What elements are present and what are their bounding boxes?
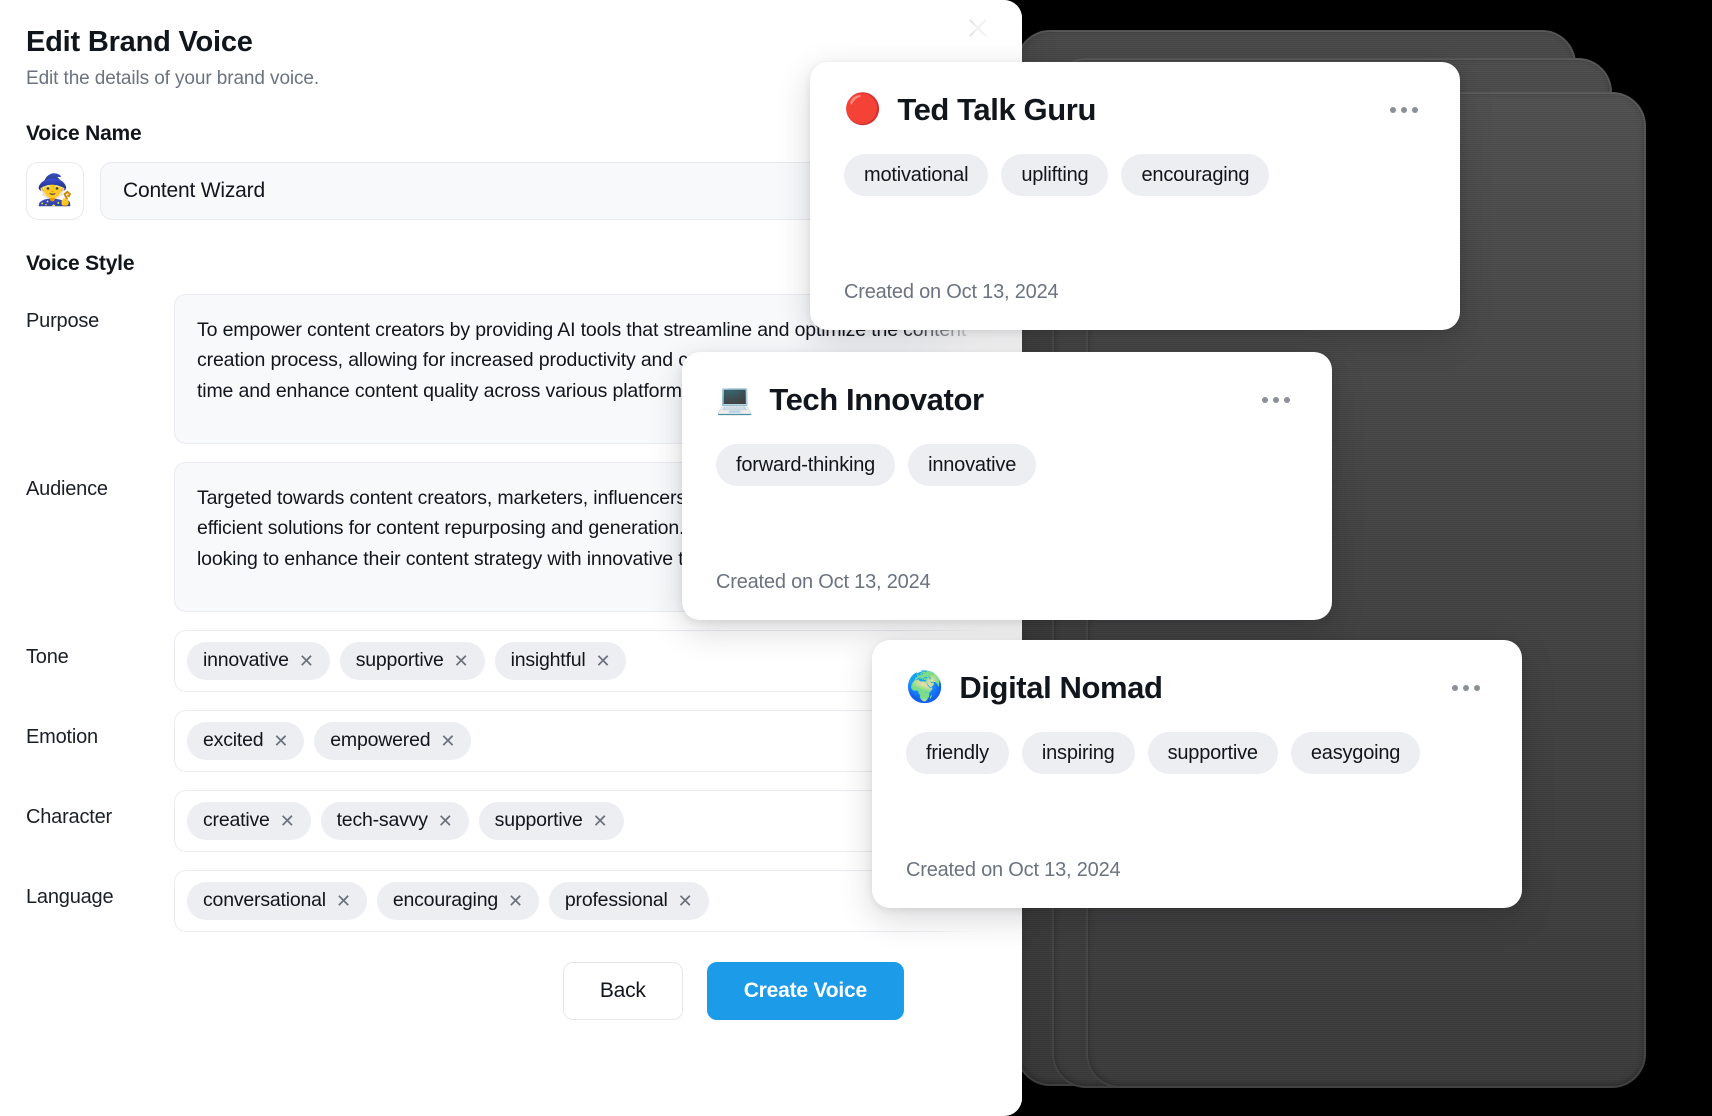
page-title: Edit Brand Voice xyxy=(26,26,253,58)
more-options-icon[interactable] xyxy=(1254,389,1298,411)
tag: forward-thinking xyxy=(716,444,896,486)
field-row-tone: Tone innovative ✕ supportive ✕ insightful ✕ xyxy=(26,630,992,692)
tone-chip-input[interactable]: innovative ✕ supportive ✕ insightful ✕ xyxy=(174,630,992,692)
chip[interactable]: insightful ✕ xyxy=(494,642,627,680)
card-header: 🔴 Ted Talk Guru xyxy=(844,92,1426,128)
emotion-chip-input[interactable]: excited ✕ empowered ✕ xyxy=(174,710,992,772)
chip[interactable]: tech-savvy ✕ xyxy=(320,802,469,840)
voice-card-tech-innovator[interactable]: 💻 Tech Innovator forward-thinking innovativ… xyxy=(682,352,1332,620)
chip-label: excited xyxy=(203,729,264,752)
tag: encouraging xyxy=(1121,154,1270,196)
chip-remove-icon[interactable]: ✕ xyxy=(336,892,351,910)
character-chip-input[interactable]: creative ✕ tech-savvy ✕ supportive ✕ xyxy=(174,790,992,852)
voice-card-ted-talk-guru[interactable]: 🔴 Ted Talk Guru motivational uplifting encou… xyxy=(810,62,1460,330)
chip-remove-icon[interactable]: ✕ xyxy=(299,652,314,670)
chip-label: empowered xyxy=(330,729,431,752)
chip[interactable]: encouraging ✕ xyxy=(376,882,539,920)
tag: friendly xyxy=(906,732,1009,774)
field-row-language: Language conversational ✕ encouraging ✕ profe… xyxy=(26,870,992,932)
field-control: creative ✕ tech-savvy ✕ supportive ✕ xyxy=(174,790,992,852)
card-tags: friendly inspiring supportive easygoing xyxy=(906,732,1488,774)
tag: uplifting xyxy=(1001,154,1109,196)
card-title: 💻 Tech Innovator xyxy=(716,382,984,418)
screen: Edit Brand Voice Edit the details of you… xyxy=(0,0,1712,1116)
chip-remove-icon[interactable]: ✕ xyxy=(508,892,523,910)
field-label: Character xyxy=(26,806,113,828)
field-control: conversational ✕ encouraging ✕ professional ✕ xyxy=(174,870,992,932)
voice-name: Ted Talk Guru xyxy=(897,92,1096,127)
chip-remove-icon[interactable]: ✕ xyxy=(454,652,469,670)
chip-label: insightful xyxy=(510,649,586,672)
chip-label: innovative xyxy=(203,649,289,672)
chip[interactable]: empowered ✕ xyxy=(314,722,472,760)
voice-name: Digital Nomad xyxy=(959,670,1163,705)
field-row-character: Character creative ✕ tech-savvy ✕ supportive ✕ xyxy=(26,790,992,852)
voice-avatar-emoji-icon: 💻 xyxy=(716,383,754,416)
card-title: 🌍 Digital Nomad xyxy=(906,670,1163,706)
voice-card-digital-nomad[interactable]: 🌍 Digital Nomad friendly inspiring supportiv… xyxy=(872,640,1522,908)
chip[interactable]: supportive ✕ xyxy=(478,802,624,840)
field-label: Language xyxy=(26,886,114,908)
dialog-footer: Back Create Voice xyxy=(26,962,992,1020)
tag: inspiring xyxy=(1021,732,1135,774)
chip[interactable]: innovative ✕ xyxy=(187,642,330,680)
chip-label: supportive xyxy=(355,649,444,672)
chip-label: professional xyxy=(564,889,668,912)
chip[interactable]: professional ✕ xyxy=(548,882,709,920)
card-tags: motivational uplifting encouraging xyxy=(844,154,1426,196)
more-options-icon[interactable] xyxy=(1444,677,1488,699)
chip-remove-icon[interactable]: ✕ xyxy=(593,812,608,830)
field-label: Purpose xyxy=(26,310,100,332)
field-control: innovative ✕ supportive ✕ insightful ✕ xyxy=(174,630,992,692)
tag: innovative xyxy=(908,444,1037,486)
chip-remove-icon[interactable]: ✕ xyxy=(678,892,693,910)
chip-label: conversational xyxy=(203,889,326,912)
chip-label: supportive xyxy=(494,809,583,832)
field-label: Audience xyxy=(26,478,108,500)
chip-remove-icon[interactable]: ✕ xyxy=(440,732,455,750)
created-date: Created on Oct 13, 2024 xyxy=(716,571,931,593)
chip-remove-icon[interactable]: ✕ xyxy=(280,812,295,830)
card-header: 💻 Tech Innovator xyxy=(716,382,1298,418)
back-button[interactable]: Back xyxy=(562,962,683,1020)
chip-label: creative xyxy=(203,809,270,832)
chip-label: tech-savvy xyxy=(336,809,428,832)
voice-avatar-emoji-icon: 🔴 xyxy=(844,93,882,126)
chip[interactable]: excited ✕ xyxy=(187,722,305,760)
chip[interactable]: creative ✕ xyxy=(187,802,311,840)
chip-remove-icon[interactable]: ✕ xyxy=(438,812,453,830)
tag: motivational xyxy=(844,154,989,196)
tag: supportive xyxy=(1147,732,1278,774)
more-options-icon[interactable] xyxy=(1382,99,1426,121)
card-header: 🌍 Digital Nomad xyxy=(906,670,1488,706)
voice-name: Tech Innovator xyxy=(769,382,984,417)
created-date: Created on Oct 13, 2024 xyxy=(906,859,1121,881)
voice-emoji-picker[interactable]: 🧙 xyxy=(26,162,84,220)
chip[interactable]: conversational ✕ xyxy=(187,882,367,920)
voice-avatar-emoji-icon: 🌍 xyxy=(906,671,944,704)
field-control: excited ✕ empowered ✕ xyxy=(174,710,992,772)
chip[interactable]: supportive ✕ xyxy=(339,642,485,680)
language-chip-input[interactable]: conversational ✕ encouraging ✕ professional ✕ xyxy=(174,870,992,932)
chip-remove-icon[interactable]: ✕ xyxy=(596,652,611,670)
chip-remove-icon[interactable]: ✕ xyxy=(273,732,288,750)
field-label: Tone xyxy=(26,646,69,668)
card-tags: forward-thinking innovative xyxy=(716,444,1298,486)
close-icon[interactable] xyxy=(960,10,996,46)
field-label: Emotion xyxy=(26,726,98,748)
chip-label: encouraging xyxy=(392,889,498,912)
tag: easygoing xyxy=(1290,732,1421,774)
created-date: Created on Oct 13, 2024 xyxy=(844,281,1059,303)
card-title: 🔴 Ted Talk Guru xyxy=(844,92,1096,128)
create-voice-button[interactable]: Create Voice xyxy=(706,962,904,1020)
field-row-emotion: Emotion excited ✕ empowered ✕ xyxy=(26,710,992,772)
